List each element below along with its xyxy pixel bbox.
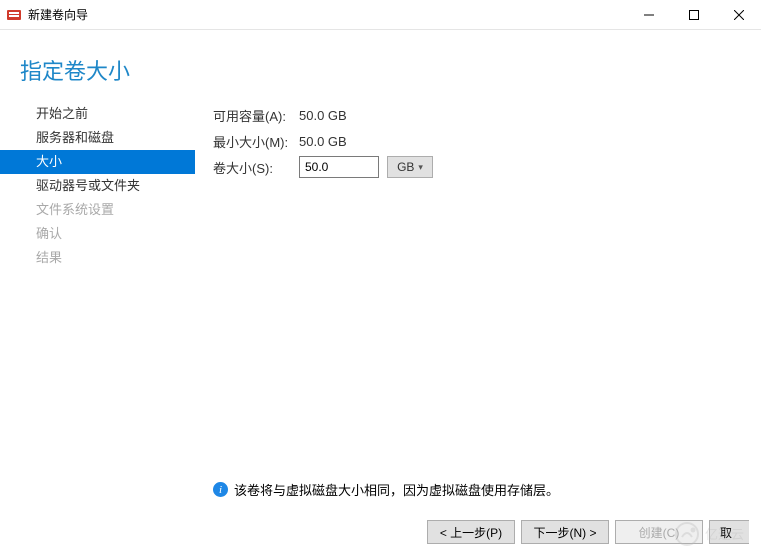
wizard-body: 开始之前 服务器和磁盘 大小 驱动器号或文件夹 文件系统设置 确认 结果 可用容… xyxy=(0,100,761,509)
volume-size-input[interactable] xyxy=(299,156,379,178)
row-minimum-size: 最小大小(M): 50.0 GB xyxy=(213,128,741,154)
titlebar: 新建卷向导 xyxy=(0,0,761,30)
info-note: i 该卷将与虚拟磁盘大小相同，因为虚拟磁盘使用存储层。 xyxy=(213,480,741,499)
nav-item-size[interactable]: 大小 xyxy=(0,150,195,174)
nav-item-results: 结果 xyxy=(0,246,195,270)
close-button[interactable] xyxy=(716,0,761,30)
row-volume-size: 卷大小(S): GB ▾ xyxy=(213,154,741,180)
wizard-footer: < 上一步(P) 下一步(N) > 创建(C) 取 xyxy=(0,505,761,559)
nav-item-before-begin[interactable]: 开始之前 xyxy=(0,102,195,126)
wizard-nav: 开始之前 服务器和磁盘 大小 驱动器号或文件夹 文件系统设置 确认 结果 xyxy=(0,100,195,509)
volume-size-unit-select[interactable]: GB ▾ xyxy=(387,156,433,178)
minimum-size-value: 50.0 GB xyxy=(299,134,347,149)
nav-item-confirm: 确认 xyxy=(0,222,195,246)
window-controls xyxy=(626,0,761,30)
available-capacity-value: 50.0 GB xyxy=(299,108,347,123)
minimize-button[interactable] xyxy=(626,0,671,30)
maximize-button[interactable] xyxy=(671,0,716,30)
app-icon xyxy=(6,7,22,23)
chevron-down-icon: ▾ xyxy=(418,162,423,173)
previous-button[interactable]: < 上一步(P) xyxy=(427,520,515,544)
nav-item-drive-letter[interactable]: 驱动器号或文件夹 xyxy=(0,174,195,198)
available-capacity-label: 可用容量(A): xyxy=(213,106,299,125)
create-button: 创建(C) xyxy=(615,520,703,544)
info-note-text: 该卷将与虚拟磁盘大小相同，因为虚拟磁盘使用存储层。 xyxy=(234,480,559,499)
info-icon: i xyxy=(213,482,228,497)
window-title: 新建卷向导 xyxy=(28,6,88,23)
row-available-capacity: 可用容量(A): 50.0 GB xyxy=(213,102,741,128)
volume-size-label: 卷大小(S): xyxy=(213,158,299,177)
nav-item-server-disk[interactable]: 服务器和磁盘 xyxy=(0,126,195,150)
next-button[interactable]: 下一步(N) > xyxy=(521,520,609,544)
cancel-button[interactable]: 取 xyxy=(709,520,749,544)
nav-item-filesystem: 文件系统设置 xyxy=(0,198,195,222)
volume-size-unit-label: GB xyxy=(397,160,414,174)
page-title: 指定卷大小 xyxy=(0,30,761,100)
minimum-size-label: 最小大小(M): xyxy=(213,132,299,151)
wizard-content: 可用容量(A): 50.0 GB 最小大小(M): 50.0 GB 卷大小(S)… xyxy=(195,100,761,509)
